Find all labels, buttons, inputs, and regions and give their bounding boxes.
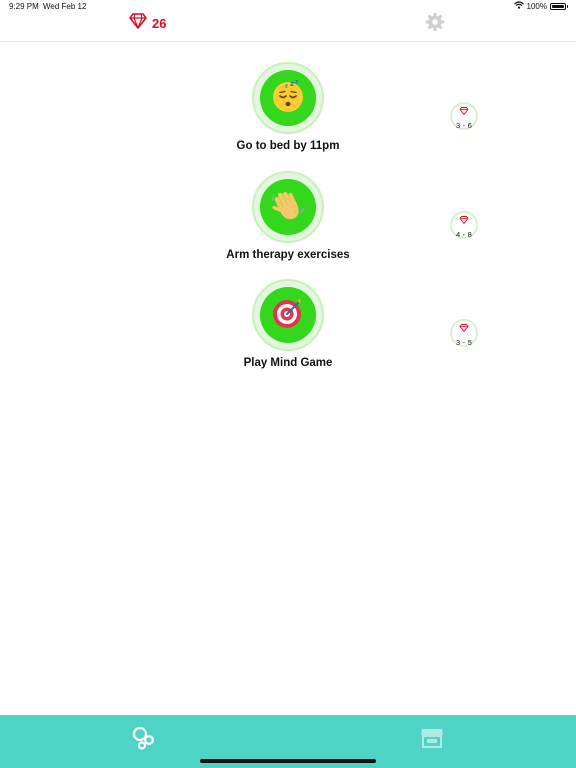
gem-icon — [459, 102, 469, 120]
habit-title: Go to bed by 11pm — [236, 140, 340, 152]
reward-range: 3 - 6 — [455, 121, 472, 130]
reward-range: 3 - 5 — [455, 338, 472, 347]
habit-circle — [260, 287, 316, 343]
reward-badge: 3 - 6 — [450, 102, 478, 130]
waving-hand-icon — [270, 187, 306, 228]
habit-item-mind-game: Play Mind Game 3 - 5 — [0, 279, 576, 379]
sleeping-face-icon: z z z — [270, 78, 306, 119]
gem-icon — [459, 319, 469, 337]
gem-icon — [129, 13, 147, 34]
reward-badge: 4 - 8 — [450, 211, 478, 239]
habit-button-bed[interactable]: z z z — [252, 62, 324, 134]
svg-text:z: z — [295, 78, 299, 85]
habit-button-mind-game[interactable] — [252, 279, 324, 351]
target-icon — [270, 295, 306, 336]
tab-home[interactable] — [131, 725, 157, 751]
settings-button[interactable] — [425, 12, 445, 32]
reward-badge: 3 - 5 — [450, 319, 478, 347]
gem-count: 26 — [152, 16, 167, 31]
habit-item-bed: z z z Go to bed by 11pm 3 - 6 — [0, 62, 576, 162]
home-indicator — [200, 759, 376, 763]
habit-title: Arm therapy exercises — [226, 249, 350, 261]
habit-circle — [260, 179, 316, 235]
store-icon — [419, 729, 445, 755]
habit-item-arm: Arm therapy exercises 4 - 8 — [0, 171, 576, 271]
tab-store[interactable] — [419, 725, 445, 751]
habit-title: Play Mind Game — [243, 357, 333, 369]
gear-icon — [425, 12, 445, 36]
top-bar: 26 — [0, 0, 576, 42]
gem-icon — [459, 211, 469, 229]
habit-circle: z z z — [260, 70, 316, 126]
svg-text:z: z — [285, 83, 288, 89]
svg-text:z: z — [290, 80, 294, 88]
bubbles-icon — [131, 726, 157, 755]
reward-range: 4 - 8 — [455, 230, 472, 239]
habit-button-arm[interactable] — [252, 171, 324, 243]
gem-counter: 26 — [129, 13, 166, 34]
